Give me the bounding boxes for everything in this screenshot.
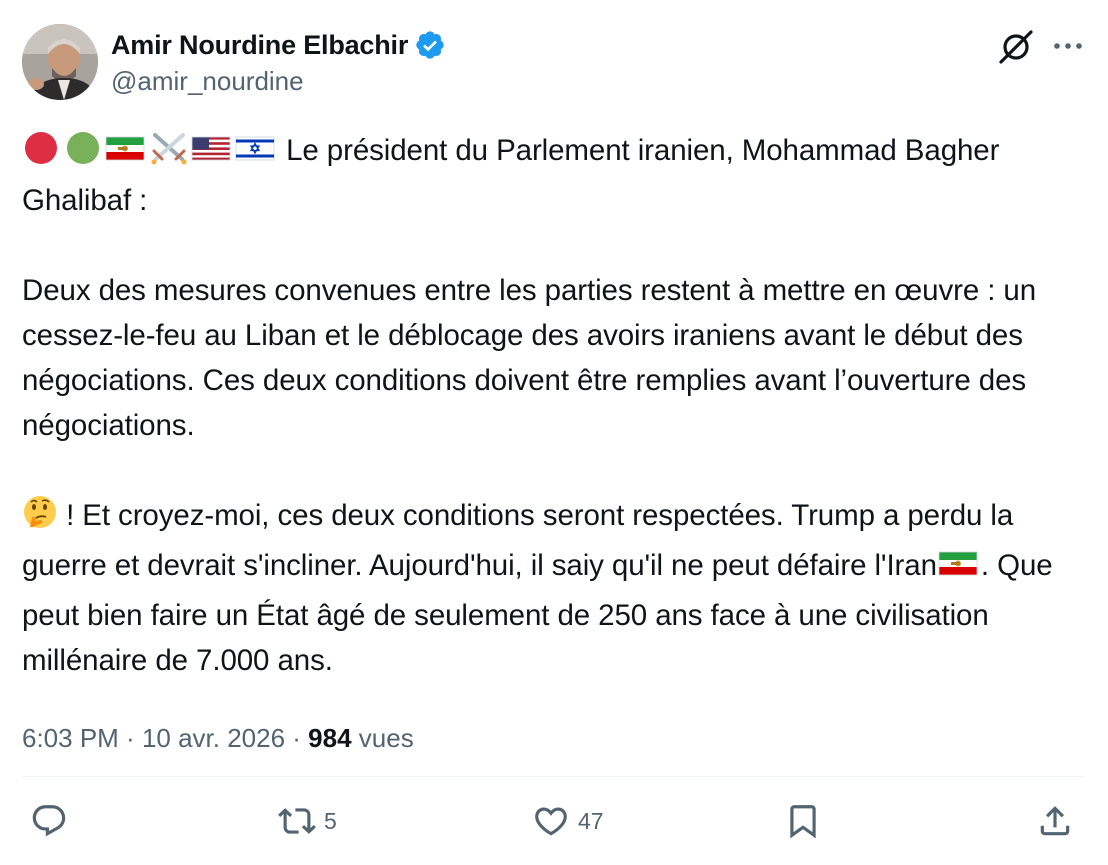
action-bar: 5 47 [22, 777, 1084, 865]
author-display-name[interactable]: Amir Nourdine Elbachir [111, 30, 408, 61]
retweet-count: 5 [324, 807, 337, 834]
author-names: Amir Nourdine Elbachir @amir_nourdine [111, 28, 446, 97]
like-button[interactable]: 47 [532, 801, 604, 841]
israel-flag-icon [234, 131, 278, 178]
more-options-icon[interactable] [1052, 34, 1084, 58]
heart-icon [535, 807, 567, 836]
bookmark-button[interactable] [784, 801, 822, 841]
retweet-button[interactable]: 5 [278, 801, 337, 841]
reply-icon [32, 805, 66, 837]
green-circle-icon [62, 131, 104, 178]
iran-lion-sun-flag-icon [937, 546, 981, 593]
grok-icon[interactable] [996, 26, 1036, 66]
iran-lion-sun-flag-icon [104, 131, 148, 178]
red-circle-icon [22, 131, 62, 178]
like-count: 47 [578, 807, 604, 834]
tweet: Amir Nourdine Elbachir @amir_nourdine Le… [22, 22, 1084, 865]
meta-separator: · [118, 723, 142, 753]
tweet-text: Le président du Parlement iranien, Moham… [22, 128, 1084, 683]
tweet-date[interactable]: 10 avr. 2026 [142, 723, 285, 753]
author-handle[interactable]: @amir_nourdine [111, 66, 446, 97]
reply-button[interactable] [30, 801, 76, 841]
retweet-icon [278, 808, 316, 834]
tweet-meta: 6:03 PM · 10 avr. 2026 · 984 vues [22, 716, 1084, 760]
verified-badge-icon [414, 29, 446, 61]
tweet-paragraph-2: Deux des mesures convenues entre les par… [22, 274, 1045, 442]
tweet-paragraph-3a: ! Et croyez-moi, ces deux conditions ser… [22, 499, 1022, 582]
bookmark-icon [790, 805, 816, 839]
usa-flag-icon [190, 131, 234, 178]
views-count: 984 [308, 723, 352, 753]
share-icon [1040, 806, 1070, 836]
meta-separator: · [285, 723, 309, 753]
thinking-face-icon [22, 494, 58, 543]
share-button[interactable] [1036, 801, 1074, 841]
tweet-header: Amir Nourdine Elbachir @amir_nourdine [22, 22, 1084, 102]
avatar[interactable] [22, 24, 98, 100]
tweet-time[interactable]: 6:03 PM [22, 723, 119, 753]
crossed-swords-icon [148, 131, 190, 178]
views-label: vues [351, 723, 414, 753]
